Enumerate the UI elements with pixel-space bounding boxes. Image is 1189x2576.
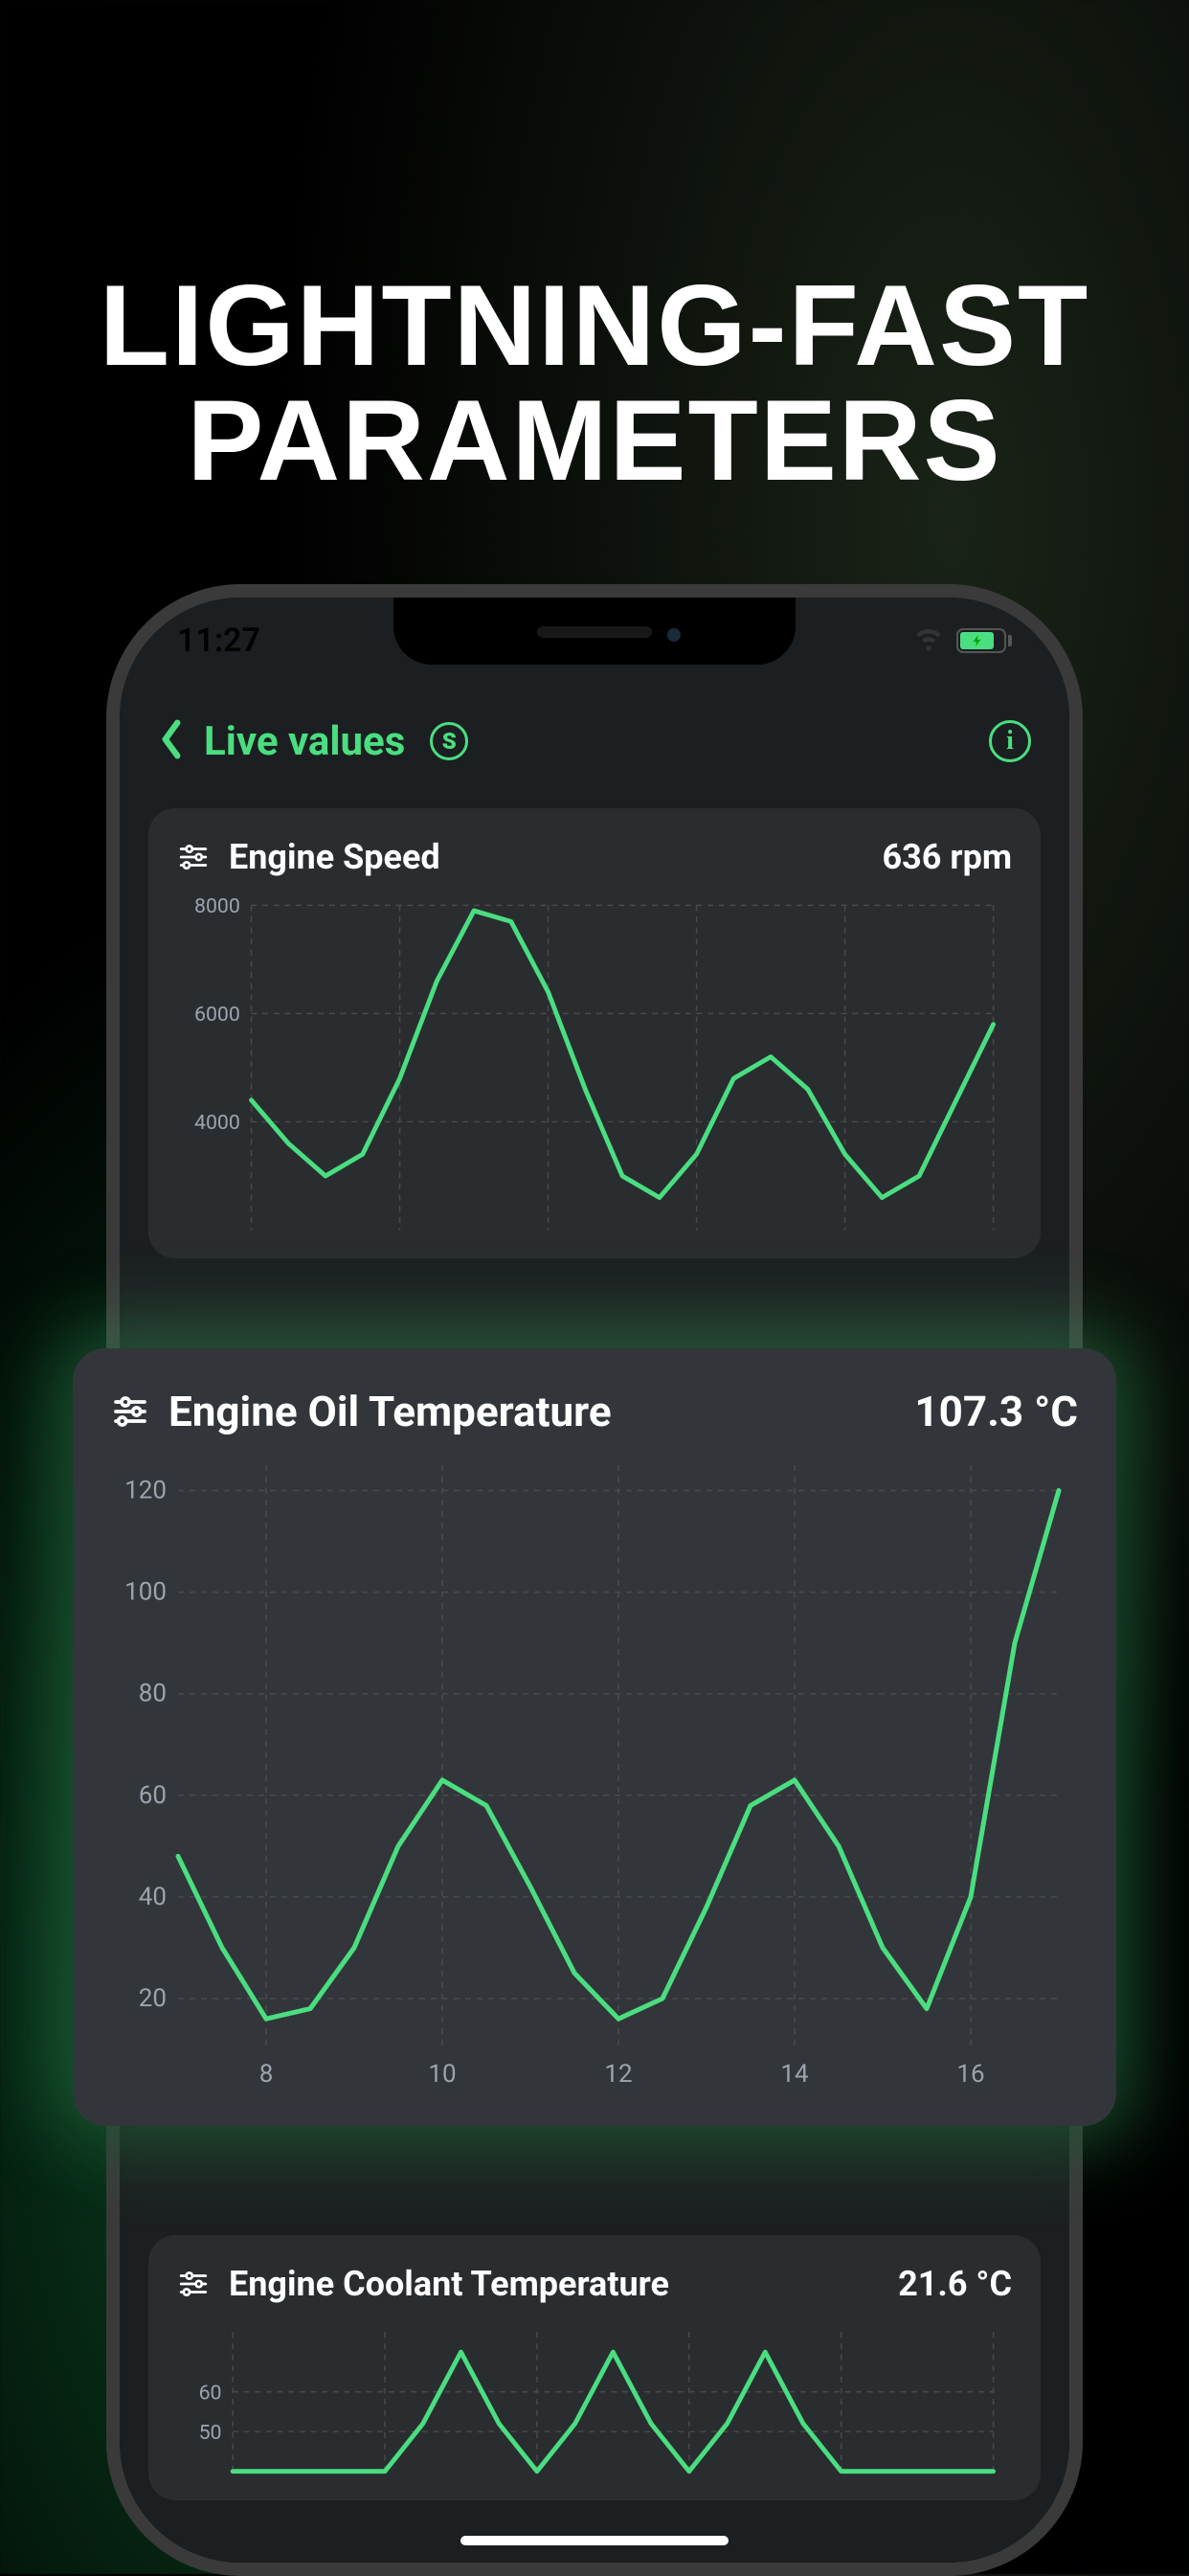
chart-engine-oil-temp: 20 40 60 80 100 120 8 10 12 14 16 (111, 1446, 1078, 2097)
parameter-card-engine-speed[interactable]: Engine Speed 636 rpm 4000 6000 8000 (148, 808, 1041, 1258)
parameter-card-engine-oil-temp[interactable]: Engine Oil Temperature 107.3 °C 20 40 60 80… (73, 1348, 1116, 2126)
hero-line-2: PARAMETERS (100, 383, 1090, 498)
wifi-icon (912, 621, 945, 662)
svg-text:80: 80 (139, 1680, 167, 1708)
svg-text:20: 20 (139, 1984, 167, 2013)
svg-text:14: 14 (780, 2060, 809, 2089)
svg-text:4000: 4000 (194, 1111, 240, 1135)
hero-line-1: LIGHTNING-FAST (100, 268, 1090, 383)
card-title: Engine Coolant Temperature (229, 2264, 669, 2304)
app-header: Live values S i (120, 693, 1069, 789)
card-title: Engine Oil Temperature (168, 1387, 612, 1436)
page-title: Live values (204, 718, 405, 765)
svg-text:120: 120 (124, 1477, 167, 1505)
svg-text:16: 16 (956, 2060, 984, 2089)
info-button[interactable]: i (989, 720, 1031, 762)
back-button[interactable] (158, 718, 185, 764)
card-value: 21.6 °C (898, 2264, 1012, 2304)
svg-text:8: 8 (259, 2060, 274, 2089)
svg-text:60: 60 (139, 1781, 167, 1810)
chart-engine-speed: 4000 6000 8000 (177, 887, 1012, 1239)
s-badge-icon[interactable]: S (430, 722, 468, 760)
sliders-icon[interactable] (177, 2268, 210, 2300)
svg-text:10: 10 (428, 2060, 456, 2089)
svg-text:60: 60 (199, 2382, 222, 2406)
svg-text:40: 40 (139, 1883, 167, 1911)
battery-charging-icon (956, 628, 1012, 653)
svg-text:100: 100 (124, 1578, 167, 1607)
hero-title: LIGHTNING-FAST PARAMETERS (100, 268, 1090, 498)
card-title: Engine Speed (229, 837, 440, 877)
sliders-icon[interactable] (177, 841, 210, 873)
svg-text:50: 50 (199, 2421, 222, 2445)
svg-text:12: 12 (604, 2060, 632, 2089)
status-time: 11:27 (177, 621, 260, 660)
card-value: 636 rpm (882, 837, 1012, 877)
parameter-card-engine-coolant-temp[interactable]: Engine Coolant Temperature 21.6 °C 50 60 (148, 2235, 1041, 2499)
svg-text:8000: 8000 (194, 894, 240, 918)
sliders-icon[interactable] (111, 1392, 149, 1431)
card-value: 107.3 °C (914, 1387, 1078, 1436)
phone-notch (393, 598, 796, 665)
home-indicator[interactable] (460, 2536, 729, 2545)
svg-text:6000: 6000 (194, 1003, 240, 1027)
chart-engine-coolant-temp: 50 60 (177, 2314, 1012, 2480)
